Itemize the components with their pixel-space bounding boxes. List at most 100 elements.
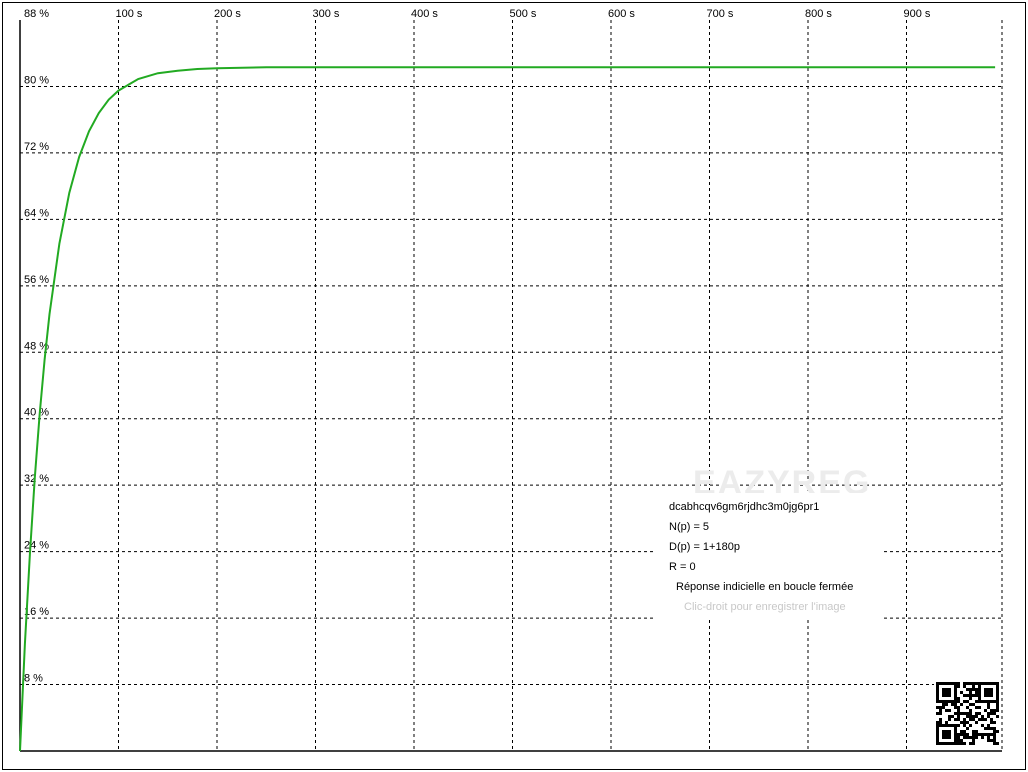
qr-module: [972, 694, 975, 697]
x-tick-label: 300 s: [313, 8, 340, 20]
qr-module: [936, 697, 939, 700]
qr-module: [945, 736, 948, 739]
x-tick-label: 400 s: [411, 8, 438, 20]
qr-module: [954, 685, 957, 688]
qr-module: [948, 691, 951, 694]
y-tick-label: 32 %: [24, 473, 49, 485]
axes: [19, 20, 1002, 752]
qr-module: [969, 742, 972, 745]
x-tick-label: 700 s: [707, 8, 734, 20]
qr-module: [993, 709, 996, 712]
y-tick-label: 56 %: [24, 274, 49, 286]
qr-module: [954, 724, 957, 727]
qr-module: [963, 682, 966, 685]
qr-module: [939, 700, 942, 703]
series-line: [19, 66, 996, 752]
qr-module: [957, 724, 960, 727]
qr-module: [996, 682, 999, 685]
qr-module: [984, 727, 987, 730]
qr-module: [960, 733, 963, 736]
qr-module: [969, 688, 972, 691]
qr-module: [972, 742, 975, 745]
qr-module: [960, 721, 963, 724]
qr-module: [969, 715, 972, 718]
qr-module: [978, 691, 981, 694]
qr-module: [963, 733, 966, 736]
y-tick-label: 80 %: [24, 74, 49, 86]
qr-module: [948, 682, 951, 685]
y-tick-label: 24 %: [24, 540, 49, 552]
qr-module: [945, 700, 948, 703]
qr-module: [996, 730, 999, 733]
qr-module: [984, 718, 987, 721]
qr-module: [996, 694, 999, 697]
qr-module: [978, 712, 981, 715]
qr-module: [942, 733, 945, 736]
qr-module: [972, 685, 975, 688]
qr-module: [945, 733, 948, 736]
qr-module: [966, 727, 969, 730]
qr-module: [936, 712, 939, 715]
qr-module: [939, 709, 942, 712]
qr-module: [963, 700, 966, 703]
qr-module: [975, 715, 978, 718]
qr-module: [948, 736, 951, 739]
y-tick-label: 64 %: [24, 207, 49, 219]
qr-module: [966, 736, 969, 739]
qr-module: [966, 694, 969, 697]
qr-module: [954, 742, 957, 745]
legend-hint: Clic-droit pour enregistrer l'image: [684, 601, 846, 613]
qr-module: [972, 736, 975, 739]
qr-module: [978, 685, 981, 688]
qr-module: [984, 700, 987, 703]
qr-module: [987, 733, 990, 736]
qr-module: [948, 700, 951, 703]
qr-module: [975, 682, 978, 685]
qr-module: [942, 682, 945, 685]
y-tick-label: 88 %: [24, 8, 49, 20]
qr-module: [987, 706, 990, 709]
qr-module: [969, 736, 972, 739]
qr-module: [975, 712, 978, 715]
qr-module: [978, 733, 981, 736]
qr-module: [990, 688, 993, 691]
qr-module: [978, 706, 981, 709]
qr-module: [963, 742, 966, 745]
qr-module: [972, 718, 975, 721]
qr-module: [960, 703, 963, 706]
qr-module: [954, 736, 957, 739]
qr-module: [966, 682, 969, 685]
qr-module: [945, 703, 948, 706]
qr-module: [957, 715, 960, 718]
qr-module: [960, 691, 963, 694]
qr-module: [990, 733, 993, 736]
qr-module: [972, 733, 975, 736]
y-tick-label: 40 %: [24, 407, 49, 419]
qr-module: [969, 694, 972, 697]
qr-module: [960, 712, 963, 715]
qr-module: [987, 682, 990, 685]
qr-module: [936, 706, 939, 709]
qr-module: [939, 712, 942, 715]
qr-module: [945, 721, 948, 724]
qr-module: [942, 730, 945, 733]
qr-module: [945, 709, 948, 712]
qr-module: [957, 706, 960, 709]
qr-module: [978, 718, 981, 721]
legend-denominator: D(p) = 1+180p: [669, 541, 740, 553]
qr-module: [936, 685, 939, 688]
qr-module: [969, 691, 972, 694]
qr-module: [948, 742, 951, 745]
qr-module: [951, 715, 954, 718]
qr-module: [996, 685, 999, 688]
qr-module: [978, 697, 981, 700]
qr-module: [996, 703, 999, 706]
qr-module: [996, 709, 999, 712]
qr-module: [969, 709, 972, 712]
qr-module: [951, 742, 954, 745]
qr-module: [948, 718, 951, 721]
qr-module: [990, 712, 993, 715]
x-tick-label: 800 s: [805, 8, 832, 20]
step-response-chart: 100 s 200 s 300 s 400 s 500 s 600 s 700 s 800 s…: [19, 8, 1003, 752]
qr-module: [972, 682, 975, 685]
